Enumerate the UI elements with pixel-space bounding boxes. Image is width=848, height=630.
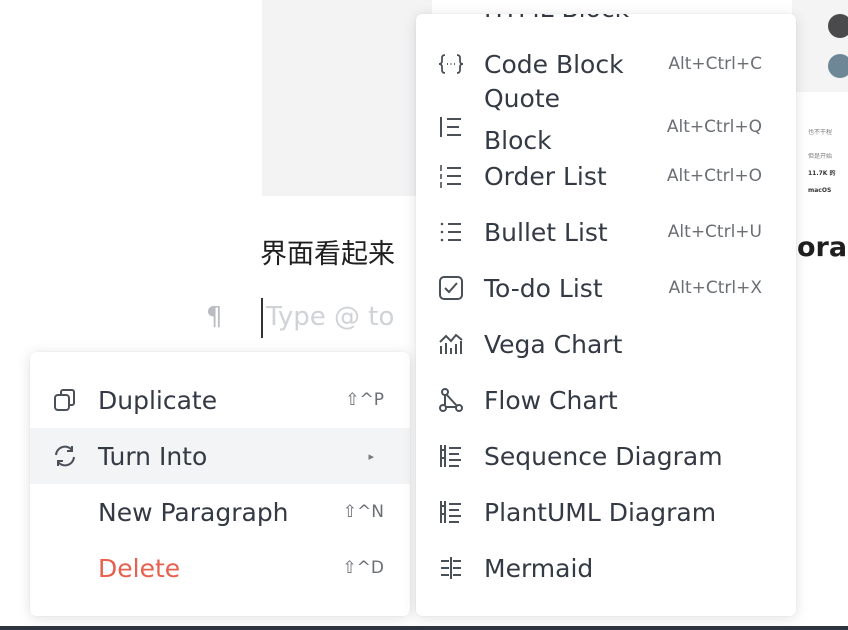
menu-item-label: To-do List — [484, 273, 603, 303]
menu-item-label: Bullet List — [484, 217, 608, 247]
window-bottom-border — [0, 626, 848, 630]
mermaid-icon — [436, 553, 466, 583]
toggle-dark[interactable] — [828, 14, 848, 38]
refresh-icon — [50, 441, 80, 471]
menu-item-new-paragraph[interactable]: New Paragraph ⇧^N — [30, 484, 410, 540]
shortcut: Alt+Ctrl+O — [666, 166, 762, 186]
sequence-icon — [436, 497, 466, 527]
side-text-line: macOS — [808, 187, 832, 194]
sequence-icon — [436, 441, 466, 471]
menu-item-label: Mermaid — [484, 553, 594, 583]
shortcut: ⇧^P — [345, 390, 384, 410]
shortcut: ⇧^D — [342, 558, 384, 578]
menu-item-duplicate[interactable]: Duplicate ⇧^P — [30, 372, 410, 428]
quote-icon — [436, 112, 466, 142]
menu-item-label: Sequence Diagram — [484, 441, 723, 471]
menu-item-delete[interactable]: Delete ⇧^D — [30, 540, 410, 596]
side-text-line: 也不干程 — [808, 129, 833, 136]
menu-item-label: Quote — [484, 84, 561, 113]
code-braces-icon — [436, 49, 466, 79]
menu-item-html-block[interactable]: HTML Block — [416, 14, 796, 28]
block-context-menu: Duplicate ⇧^P Turn Into ▸ New Paragraph … — [30, 352, 410, 616]
checkbox-icon — [436, 273, 466, 303]
chart-icon — [436, 329, 466, 359]
menu-item-label: Duplicate — [98, 385, 218, 415]
menu-item-flow-chart[interactable]: Flow Chart — [416, 372, 796, 428]
shortcut: ⇧^N — [342, 502, 384, 522]
side-text-line: 但是开始 — [808, 153, 833, 160]
menu-item-turn-into[interactable]: Turn Into ▸ — [30, 428, 410, 484]
menu-item-label: Code Block — [484, 49, 624, 79]
shortcut: Alt+Ctrl+Q — [666, 117, 762, 137]
menu-item-sequence-diagram[interactable]: Sequence Diagram — [416, 428, 796, 484]
shortcut: Alt+Ctrl+X — [668, 278, 762, 298]
menu-item-code-block[interactable]: Code Block Alt+Ctrl+C — [416, 36, 796, 92]
bullet-list-icon — [436, 217, 466, 247]
menu-item-label: Delete — [98, 553, 181, 583]
turn-into-submenu: HTML Block Code Block Alt+Ctrl+C Quote B… — [416, 14, 796, 616]
image-placeholder — [262, 0, 432, 196]
menu-item-label: Vega Chart — [484, 329, 623, 359]
editor-placeholder[interactable]: Type @ to — [266, 302, 394, 332]
headline-tail: ora — [797, 232, 848, 263]
menu-item-bullet-list[interactable]: Bullet List Alt+Ctrl+U — [416, 204, 796, 260]
paragraph-icon[interactable]: ¶ — [206, 302, 223, 332]
side-text-line: 11.7K 的 — [808, 170, 836, 177]
menu-item-label: HTML Block — [484, 14, 629, 23]
menu-item-label: PlantUML Diagram — [484, 497, 717, 527]
shortcut: Alt+Ctrl+U — [667, 222, 762, 242]
menu-item-label: New Paragraph — [98, 497, 289, 527]
ordered-list-icon — [436, 161, 466, 191]
menu-item-label: Turn Into — [98, 441, 208, 471]
headline-text: 界面看起来 — [260, 239, 395, 270]
shortcut: Alt+Ctrl+C — [668, 54, 762, 74]
menu-item-order-list[interactable]: Order List Alt+Ctrl+O — [416, 148, 796, 204]
menu-item-mermaid[interactable]: Mermaid — [416, 540, 796, 596]
flow-icon — [436, 385, 466, 415]
menu-item-plantuml-diagram[interactable]: PlantUML Diagram — [416, 484, 796, 540]
duplicate-icon — [50, 385, 80, 415]
menu-item-label: Order List — [484, 161, 607, 191]
text-caret — [261, 298, 263, 338]
menu-item-todo-list[interactable]: To-do List Alt+Ctrl+X — [416, 260, 796, 316]
menu-item-vega-chart[interactable]: Vega Chart — [416, 316, 796, 372]
toggle-blue[interactable] — [828, 54, 848, 78]
menu-item-label: Flow Chart — [484, 385, 618, 415]
submenu-arrow-icon: ▸ — [368, 449, 374, 463]
